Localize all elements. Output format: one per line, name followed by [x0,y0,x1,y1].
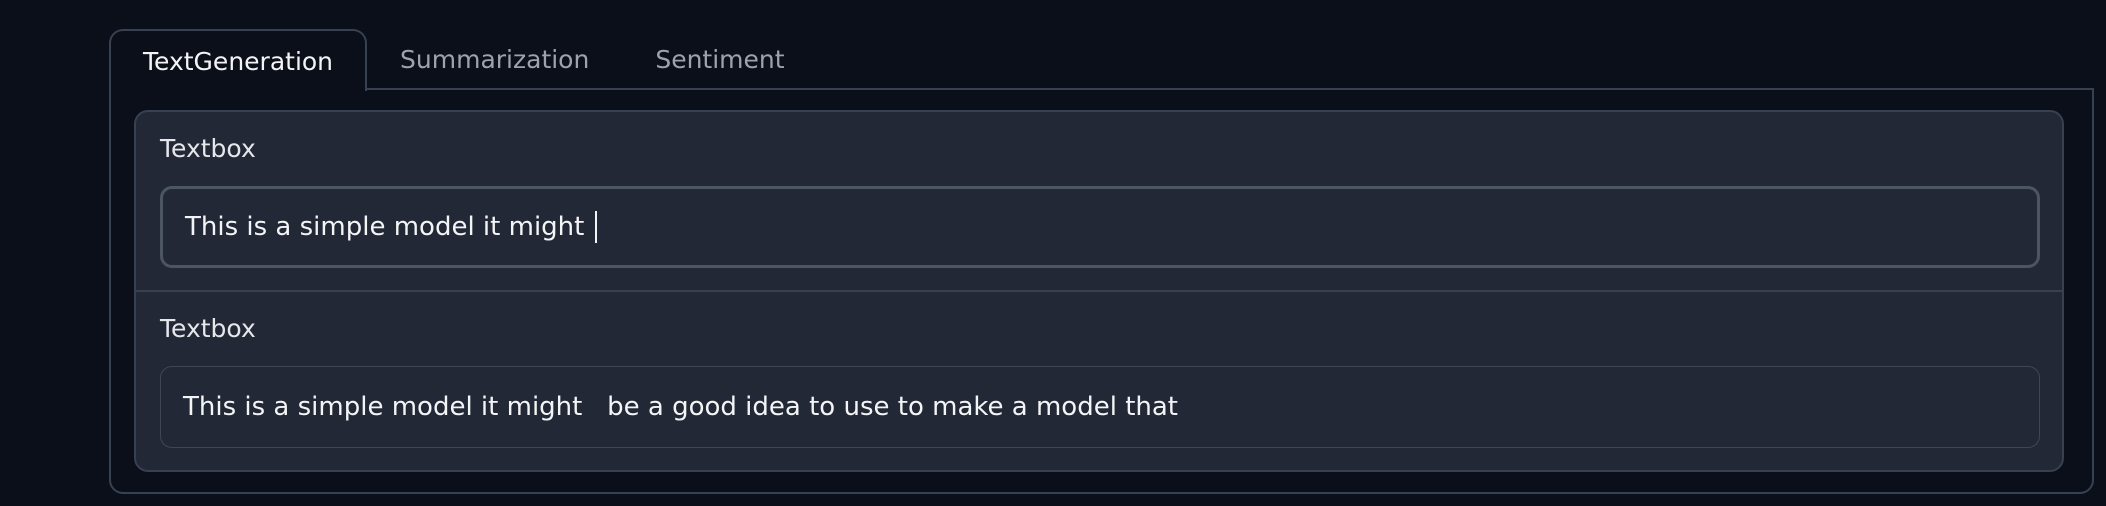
text-caret [594,211,597,243]
tab-textgeneration[interactable]: TextGeneration [109,29,368,91]
tab-nav: TextGeneration Summarization Sentiment [109,29,818,91]
tab-connector [111,86,352,92]
tab-sentiment[interactable]: Sentiment [622,29,817,89]
input-textbox[interactable]: This is a simple model it might [160,186,2040,268]
input-block: Textbox This is a simple model it might [136,112,2062,292]
output-textbox[interactable]: This is a simple model it might be a goo… [160,366,2040,448]
output-textbox-label: Textbox [160,314,256,343]
app-page: TextGeneration Summarization Sentiment T… [0,0,2106,506]
tab-summarization[interactable]: Summarization [367,29,622,89]
input-textbox-value: This is a simple model it might [185,212,593,242]
output-block: Textbox This is a simple model it might … [136,292,2062,470]
output-textbox-value: This is a simple model it might be a goo… [183,392,1178,422]
input-textbox-label: Textbox [160,134,256,163]
textbox-group: Textbox This is a simple model it might … [134,110,2064,472]
